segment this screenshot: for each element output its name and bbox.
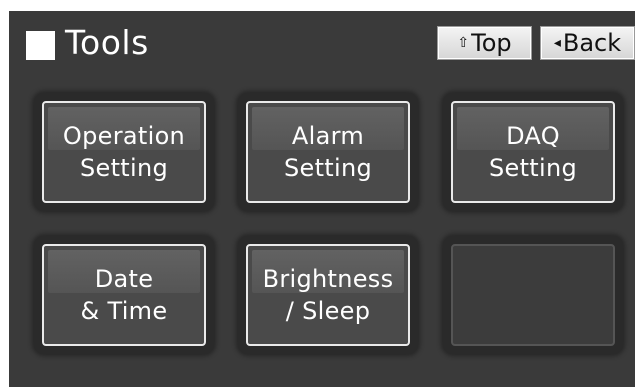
tools-screen: Tools ⇧ Top ◂ Back Operation Setting Ala… <box>9 11 635 387</box>
page-title: Tools <box>65 23 149 62</box>
tile-well-empty <box>443 236 623 354</box>
alarm-setting-label: Alarm Setting <box>283 122 373 182</box>
daq-setting-label: DAQ Setting <box>488 122 578 182</box>
back-button[interactable]: ◂ Back <box>540 26 635 60</box>
brightness-sleep-button[interactable]: Brightness / Sleep <box>246 244 410 346</box>
tile-well-alarm: Alarm Setting <box>238 93 418 211</box>
empty-tile-slot <box>451 244 615 346</box>
up-arrow-icon: ⇧ <box>457 35 470 51</box>
tile-well-date-time: Date & Time <box>34 236 214 354</box>
left-arrow-icon: ◂ <box>553 35 561 51</box>
top-button-label: Top <box>471 29 512 57</box>
alarm-setting-button[interactable]: Alarm Setting <box>246 101 410 203</box>
tile-well-brightness: Brightness / Sleep <box>238 236 418 354</box>
tile-well-daq: DAQ Setting <box>443 93 623 211</box>
tile-well-operation: Operation Setting <box>34 93 214 211</box>
operation-setting-button[interactable]: Operation Setting <box>42 101 206 203</box>
date-time-label: Date & Time <box>80 265 168 325</box>
brightness-sleep-label: Brightness / Sleep <box>262 265 394 325</box>
back-button-label: Back <box>562 29 622 57</box>
top-button[interactable]: ⇧ Top <box>437 26 532 60</box>
operation-setting-label: Operation Setting <box>62 122 186 182</box>
daq-setting-button[interactable]: DAQ Setting <box>451 101 615 203</box>
date-time-button[interactable]: Date & Time <box>42 244 206 346</box>
title-square-icon <box>26 31 55 60</box>
